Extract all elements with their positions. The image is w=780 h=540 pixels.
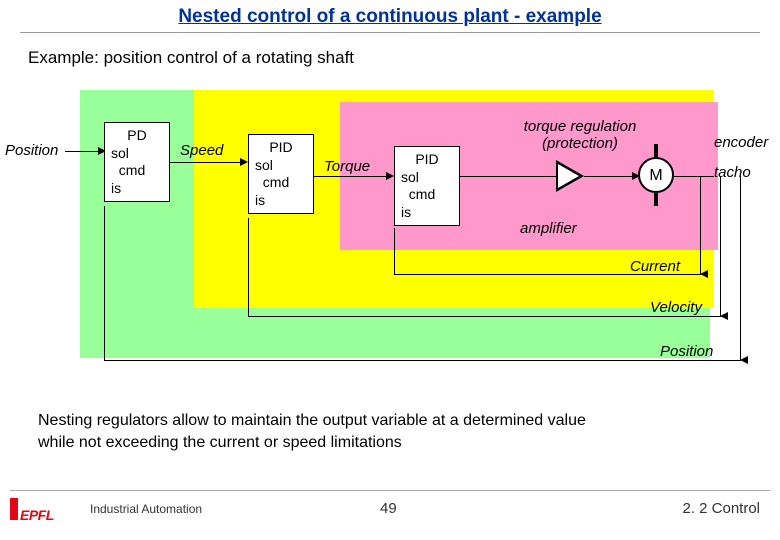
label-speed: Speed (180, 142, 223, 159)
motor-icon: M (638, 157, 674, 193)
wire (394, 228, 395, 274)
label-torque-regulation: torque regulation (protection) (500, 118, 660, 152)
ctrl-cmd: cmd (401, 186, 453, 204)
label-torque: Torque (324, 158, 370, 175)
wire (720, 176, 721, 316)
wire (314, 176, 388, 177)
motor-shaft (654, 144, 658, 158)
ctrl-cmd: cmd (111, 162, 163, 180)
ctrl-sol: sol (401, 169, 453, 187)
label-torque-reg-line2: (protection) (542, 135, 618, 152)
wire (104, 360, 741, 361)
slide-caption: Nesting regulators allow to maintain the… (38, 410, 738, 453)
epfl-logo: EPFL (10, 498, 64, 520)
wire (104, 206, 105, 360)
slide-title: Nested control of a continuous plant - e… (178, 6, 601, 27)
label-torque-reg-line1: torque regulation (524, 118, 637, 135)
motor-shaft (654, 192, 658, 206)
pid-speed-controller-block: PID sol cmd is (248, 134, 314, 214)
label-amplifier: amplifier (520, 220, 577, 237)
wire (248, 218, 249, 316)
ctrl-sol: sol (255, 157, 307, 175)
ctrl-type: PID (401, 151, 453, 169)
footer-page-number: 49 (380, 500, 397, 517)
wire (170, 162, 242, 163)
footer-section: 2. 2 Control (682, 500, 760, 517)
ctrl-is: is (255, 192, 307, 210)
arrow-icon (740, 356, 748, 364)
label-current-feedback: Current (630, 258, 680, 275)
label-velocity-feedback: Velocity (650, 299, 702, 316)
label-position-feedback: Position (660, 343, 713, 360)
wire (248, 316, 721, 317)
nested-control-diagram: Position PD sol cmd is Speed PID sol cmd… (0, 80, 780, 370)
arrow-icon (386, 172, 394, 180)
logo-text: EPFL (20, 507, 54, 523)
arrow-icon (700, 270, 708, 278)
wire (674, 176, 714, 177)
ctrl-type: PD (111, 127, 163, 145)
ctrl-type: PID (255, 139, 307, 157)
label-encoder: encoder (714, 134, 768, 151)
arrow-icon (240, 158, 248, 166)
wire (584, 176, 638, 177)
arrow-icon (720, 312, 728, 320)
pid-torque-controller-block: PID sol cmd is (394, 146, 460, 226)
amplifier-icon (556, 160, 584, 192)
footer-divider (10, 490, 770, 491)
ctrl-sol: sol (111, 145, 163, 163)
wire (460, 176, 556, 177)
slide-title-bar: Nested control of a continuous plant - e… (20, 6, 760, 33)
caption-line2: while not exceeding the current or speed… (38, 434, 402, 451)
footer-course: Industrial Automation (90, 502, 202, 516)
wire (700, 176, 701, 274)
wire (740, 176, 741, 360)
ctrl-is: is (111, 180, 163, 198)
wire (65, 151, 100, 152)
pd-controller-block: PD sol cmd is (104, 122, 170, 202)
ctrl-is: is (401, 204, 453, 222)
slide-subtitle: Example: position control of a rotating … (28, 48, 354, 68)
label-position-input: Position (5, 142, 58, 159)
ctrl-cmd: cmd (255, 174, 307, 192)
caption-line1: Nesting regulators allow to maintain the… (38, 412, 586, 429)
